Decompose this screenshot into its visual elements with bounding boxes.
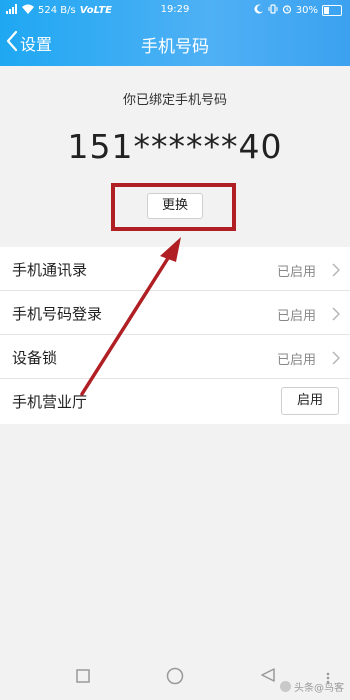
bound-label: 你已绑定手机号码 <box>122 93 227 108</box>
row-label: 手机通讯录 <box>12 261 88 279</box>
chevron-right-icon <box>332 262 341 281</box>
settings-list: 手机通讯录 已启用 手机号码登录 已启用 设备锁 已启用 手机营业厅 启用 <box>0 247 350 424</box>
app-header: 524 B/s VoLTE 19:29 30% 设置 手机号码 <box>0 0 350 66</box>
recents-button-icon[interactable] <box>76 668 90 687</box>
system-nav-bar: 头条@鸟客 <box>0 652 350 700</box>
status-bar: 524 B/s VoLTE 19:29 30% <box>0 0 350 20</box>
home-button-icon[interactable] <box>166 667 184 689</box>
vibrate-icon <box>268 4 278 17</box>
back-triangle-icon[interactable] <box>260 667 276 687</box>
chevron-right-icon <box>332 306 341 325</box>
chevron-right-icon <box>332 350 341 369</box>
watermark: 头条@鸟客 <box>280 679 344 694</box>
enable-button[interactable]: 启用 <box>281 387 339 415</box>
row-status: 已启用 <box>276 353 316 368</box>
row-device-lock[interactable]: 设备锁 已启用 <box>0 335 350 379</box>
row-phone-login[interactable]: 手机号码登录 已启用 <box>0 291 350 335</box>
row-mobile-hall: 手机营业厅 启用 <box>0 379 350 424</box>
watermark-icon <box>280 681 291 692</box>
change-button[interactable]: 更换 <box>147 193 203 219</box>
phone-number: 151******40 <box>67 127 283 166</box>
nav-bar: 设置 手机号码 <box>0 20 350 66</box>
row-label: 手机号码登录 <box>12 305 103 323</box>
moon-icon <box>254 4 264 17</box>
row-status: 已启用 <box>276 265 316 280</box>
row-label: 手机营业厅 <box>12 393 88 411</box>
alarm-icon <box>282 4 292 17</box>
row-contacts[interactable]: 手机通讯录 已启用 <box>0 247 350 291</box>
row-label: 设备锁 <box>12 349 58 367</box>
row-status: 已启用 <box>276 309 316 324</box>
page-title: 手机号码 <box>141 37 209 57</box>
battery-percent: 30% <box>295 5 318 16</box>
watermark-text: 头条@鸟客 <box>294 683 344 694</box>
battery-icon <box>322 5 342 16</box>
